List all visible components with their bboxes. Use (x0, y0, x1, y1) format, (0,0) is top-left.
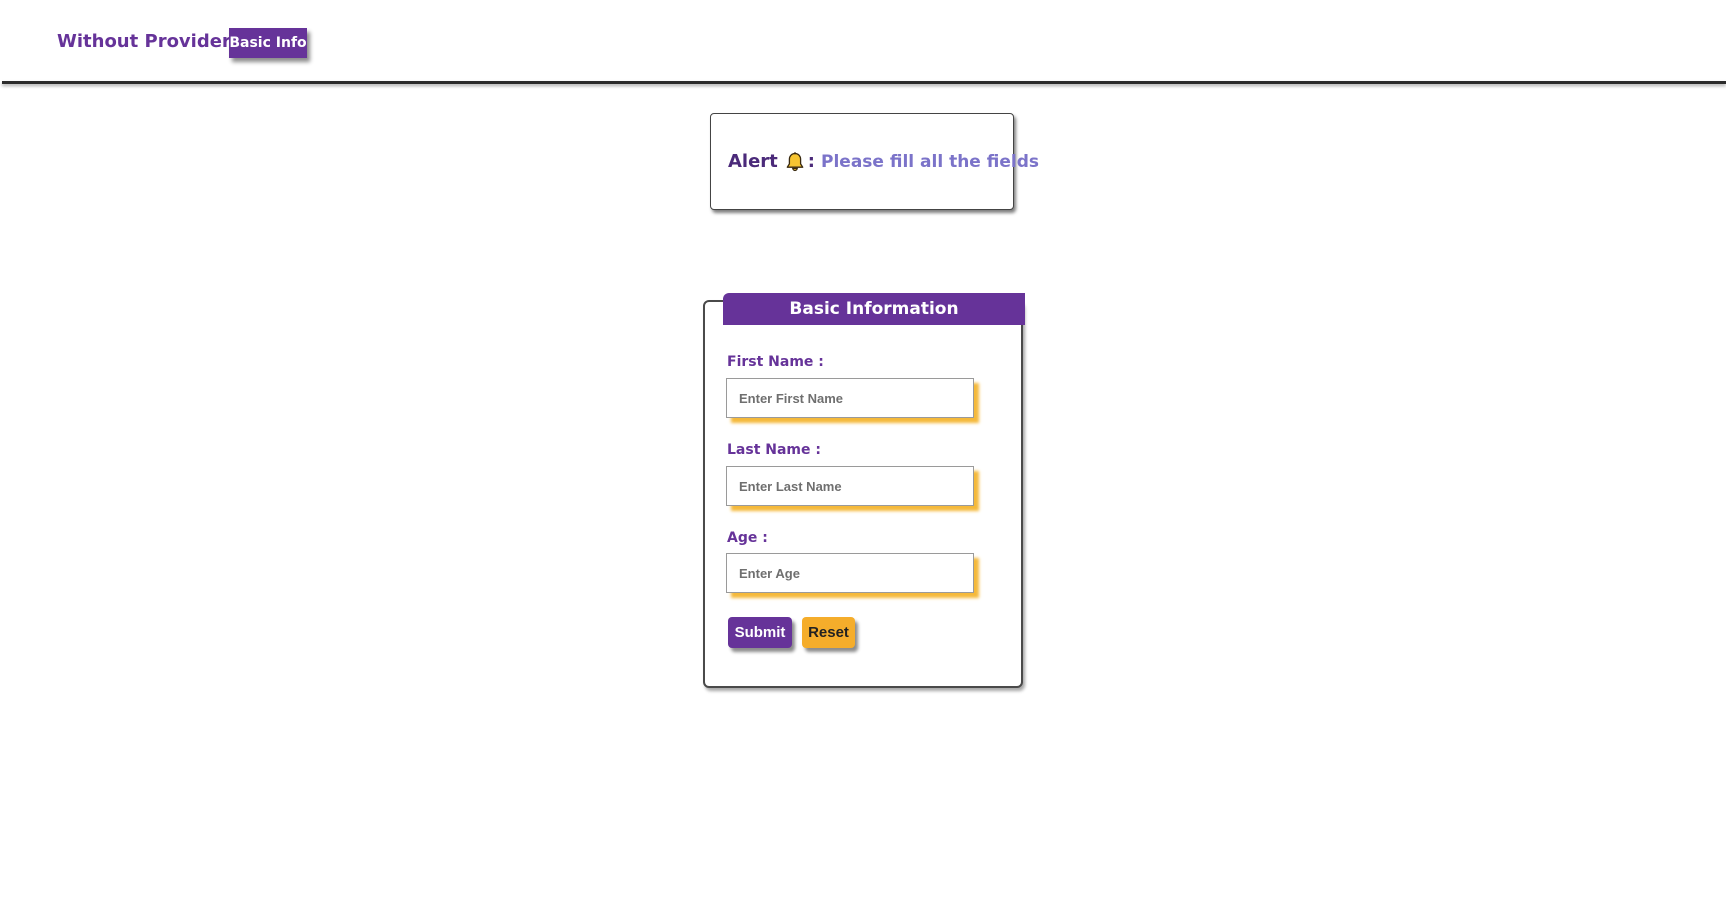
alert-label: Alert (728, 151, 778, 172)
first-name-label: First Name : (727, 354, 824, 370)
navbar-divider (2, 81, 1726, 84)
alert-box: Alert : Please fill all the fields (710, 113, 1039, 210)
alert-separator: : (807, 151, 815, 172)
age-label: Age : (727, 530, 768, 546)
first-name-input[interactable] (726, 378, 974, 418)
submit-button[interactable]: Submit (728, 617, 792, 648)
form-title: Basic Information (723, 293, 1025, 325)
reset-button[interactable]: Reset (802, 617, 855, 648)
top-navbar: Without Providers Basic Info (0, 0, 1726, 84)
bell-icon (784, 151, 806, 173)
age-input[interactable] (726, 553, 974, 593)
last-name-label: Last Name : (727, 442, 821, 458)
last-name-input[interactable] (726, 466, 974, 506)
brand-title: Without Providers (57, 31, 242, 52)
basic-info-nav-button[interactable]: Basic Info (229, 28, 307, 58)
alert-message: Please fill all the fields (821, 151, 1039, 172)
